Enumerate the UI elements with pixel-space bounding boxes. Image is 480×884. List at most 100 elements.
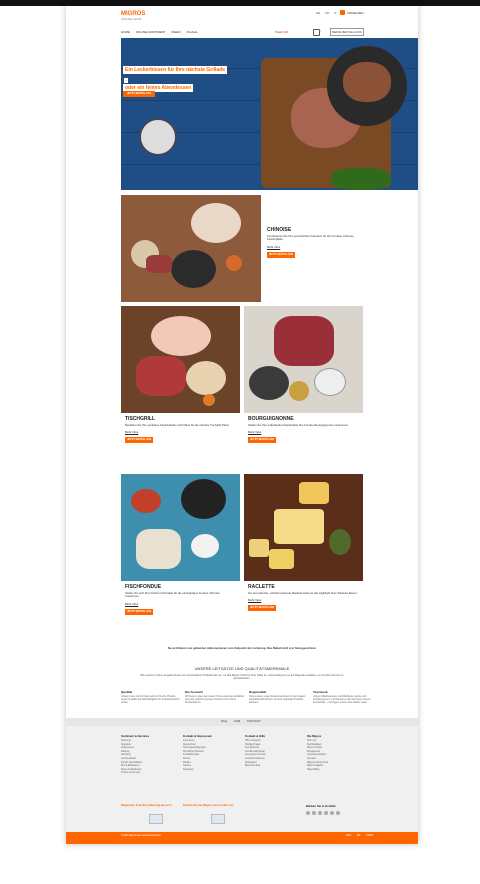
bourguignonne-more-link[interactable]: Mehr Infos	[248, 430, 358, 434]
footer-column-title: Kontakt & Hilfe	[245, 734, 266, 738]
nav-filiale[interactable]: FILIALE	[186, 30, 197, 34]
nav-ideen[interactable]: IDEEN	[171, 30, 180, 34]
tischgrill-title: TISCHGRILL	[125, 416, 155, 422]
raclette-photo-cheese-block	[249, 539, 269, 557]
value-title: Die Auswahl	[185, 690, 203, 694]
user-icon	[340, 10, 345, 15]
cart-total-label: Total	[275, 30, 282, 34]
footer-link[interactable]: Newsletter	[183, 769, 253, 773]
hero-green-beans	[331, 168, 391, 190]
value-item: Regionalität Viele unserer engen Zusamme…	[249, 690, 311, 704]
value-title: Regionalität	[249, 690, 267, 694]
bourguignonne-text: BOURGUIGNONNE Stellen Sie Ihre individue…	[248, 416, 358, 444]
promo-online[interactable]: Kaufen Sie bei Migros auch online ein	[183, 803, 243, 824]
raclette-photo-cheese-block	[269, 549, 294, 569]
promo-online-image	[211, 814, 225, 824]
pinterest-icon[interactable]	[336, 811, 340, 815]
promo-migipedia[interactable]: Migipedia: Jetzt Ihre Meinung äussern	[121, 803, 181, 824]
fischfondue-title: FISCHFONDUE	[125, 584, 162, 590]
raclette-text: RACLETTE Zur aromatische, weltschmelzend…	[248, 584, 358, 612]
tischgrill-photo-meat	[136, 356, 186, 396]
raclette-more-link[interactable]: Mehr Infos	[248, 598, 358, 602]
promo-online-text: Kaufen Sie bei Migros auch online ein	[183, 803, 234, 807]
facebook-icon[interactable]	[306, 811, 310, 815]
footer-link-kontakt[interactable]: KONTAKT	[247, 719, 261, 723]
language-switch: DE FR IT	[316, 11, 341, 15]
chinoise-photo-plate	[191, 203, 241, 243]
chinoise-photo-meat	[146, 255, 172, 273]
login-label: ANMELDEN	[347, 10, 364, 15]
chinoise-photo-dish	[171, 250, 216, 288]
lang-fr[interactable]: FR	[325, 11, 329, 15]
chinoise-more-link[interactable]: Mehr Infos	[267, 245, 359, 249]
raclette-desc: Zur aromatische, weltschmelzende Raclett…	[248, 591, 358, 595]
instagram-icon[interactable]	[318, 811, 322, 815]
nav-home[interactable]: HOME	[121, 30, 130, 34]
hero-banner: Ein Leckerbissen für Ihre nächste Grilla…	[121, 38, 418, 190]
fischfondue-photo-fish	[136, 529, 181, 569]
chinoise-order-button[interactable]: JETZT BESTELLEN	[267, 251, 295, 258]
site-header: MIGROS ONLINE-SHOP DE FR IT ANMELDEN HOM…	[66, 6, 418, 38]
bourguignonne-photo-pot	[249, 366, 289, 400]
lang-it[interactable]: IT	[334, 11, 337, 15]
lang-de[interactable]: DE	[316, 11, 320, 15]
fischfondue-photo	[121, 474, 240, 581]
twitter-icon[interactable]	[312, 811, 316, 815]
main-nav: HOME ONLINE-SORTIMENT IDEEN FILIALE	[121, 30, 202, 34]
value-item: Teamwork Unsere Mitarbeitenden und Mitar…	[313, 690, 375, 704]
bourguignonne-order-button[interactable]: JETZT BESTELLEN	[248, 437, 276, 444]
youtube-icon[interactable]	[324, 811, 328, 815]
tischgrill-order-button[interactable]: JETZT BESTELLEN	[125, 437, 153, 444]
footer-link[interactable]: Migros-Blog	[307, 769, 377, 773]
chinoise-photo	[121, 195, 261, 302]
footer-column-title: Sortiment & Services	[121, 734, 150, 738]
hero-arrow-icon[interactable]: ›	[124, 78, 128, 83]
footer-column-title: Kontakt & Impressum	[183, 734, 212, 738]
footer-link-agb[interactable]: AGB	[234, 719, 240, 723]
chinoise-desc: Kombinieren Sie Ihre persönlichen Favori…	[267, 234, 354, 242]
cart-total: Total 0.00	[275, 30, 288, 34]
payment-mastercard: MC	[356, 835, 361, 837]
tischgrill-more-link[interactable]: Mehr Infos	[125, 430, 235, 434]
linkedin-icon[interactable]	[330, 811, 334, 815]
feature-card-chinoise: CHINOISE Kombinieren Sie Ihre persönlich…	[121, 195, 363, 302]
card-bourguignonne: BOURGUIGNONNE Stellen Sie Ihre individue…	[244, 306, 363, 471]
raclette-title: RACLETTE	[248, 584, 275, 590]
fischfondue-photo-dip	[191, 534, 219, 558]
social-links: Bleiben Sie in Kontakt	[306, 804, 386, 815]
footer-column: Sortiment & Services Sortiment Angebote …	[121, 734, 191, 776]
raclette-order-button[interactable]: JETZT BESTELLEN	[248, 605, 276, 612]
raclette-photo-cheese	[299, 482, 329, 504]
promo-migipedia-image	[149, 814, 163, 824]
value-desc: Wir bieten neben den besten Preis-Leistu…	[185, 695, 245, 704]
my-order-button[interactable]: MEINE BESTELLUNG	[330, 28, 364, 36]
fischfondue-photo-plate	[181, 479, 226, 519]
fischfondue-photo-tomatoes	[131, 489, 161, 513]
value-title: Qualität	[121, 690, 133, 694]
footer-link[interactable]: Barrierefreiheit	[245, 765, 315, 769]
tischgrill-text: TISCHGRILL Bestellen Sie Ihre perfekten …	[125, 416, 235, 444]
tischgrill-photo-chicken	[151, 316, 211, 356]
payment-visa: VISA	[346, 835, 352, 837]
site-footer: Sortiment & Services Sortiment Angebote …	[66, 726, 418, 832]
hero-order-button[interactable]: JETZT BESTELLEN	[123, 91, 155, 97]
fischfondue-order-button[interactable]: JETZT BESTELLEN	[125, 608, 153, 615]
value-title: Teamwork	[313, 690, 328, 694]
tischgrill-photo-sauce	[203, 394, 215, 406]
nav-sortiment[interactable]: ONLINE-SORTIMENT	[136, 30, 166, 34]
footer-link[interactable]: Früchte & Gemüse	[121, 772, 191, 776]
login-link[interactable]: ANMELDEN	[340, 10, 364, 15]
fischfondue-desc: Stellen Sie sich Ihre frische Fischplatt…	[125, 591, 220, 599]
bourguignonne-title: BOURGUIGNONNE	[248, 416, 294, 422]
tischgrill-photo	[121, 306, 240, 413]
footer-column: Kontakt & Hilfe Hilfe & Support Häufige …	[245, 734, 315, 769]
copyright: © 2023 Migros-Genossenschafts-Bund	[121, 835, 161, 837]
promo-migipedia-text: Migipedia: Jetzt Ihre Meinung äussern	[121, 803, 172, 807]
hero-title: Ein Leckerbissen für Ihre nächste Grilla…	[123, 58, 228, 94]
value-desc: Unsere Mitarbeitenden und Mitarbeiter we…	[313, 695, 371, 704]
footer-link-faq[interactable]: FAQ	[221, 719, 227, 723]
fischfondue-more-link[interactable]: Mehr Infos	[125, 602, 235, 606]
raclette-photo	[244, 474, 363, 581]
tischgrill-desc: Bestellen Sie Ihre perfekten Fleischplat…	[125, 423, 230, 427]
tischgrill-photo-sausages	[186, 361, 226, 395]
